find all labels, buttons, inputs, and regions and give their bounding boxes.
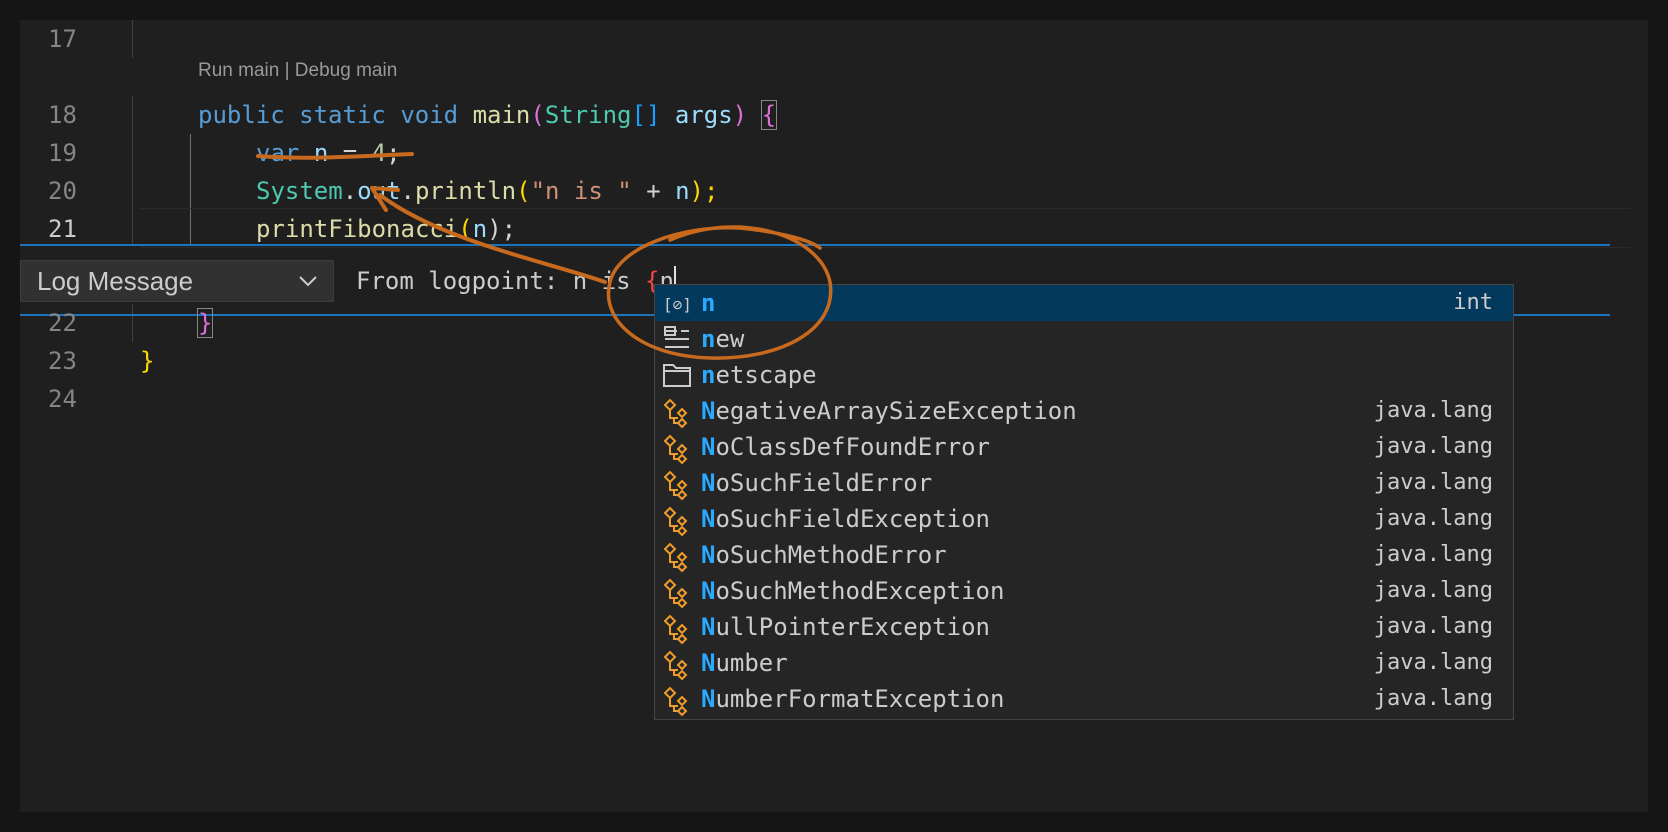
code-editor[interactable]: 17 Run main | Debug main 18 public stati… <box>20 20 1648 812</box>
annotation-underline <box>256 152 414 160</box>
annotation-circle <box>606 225 833 360</box>
annotation-overlay <box>256 152 833 360</box>
annotation-arrow <box>378 193 607 284</box>
